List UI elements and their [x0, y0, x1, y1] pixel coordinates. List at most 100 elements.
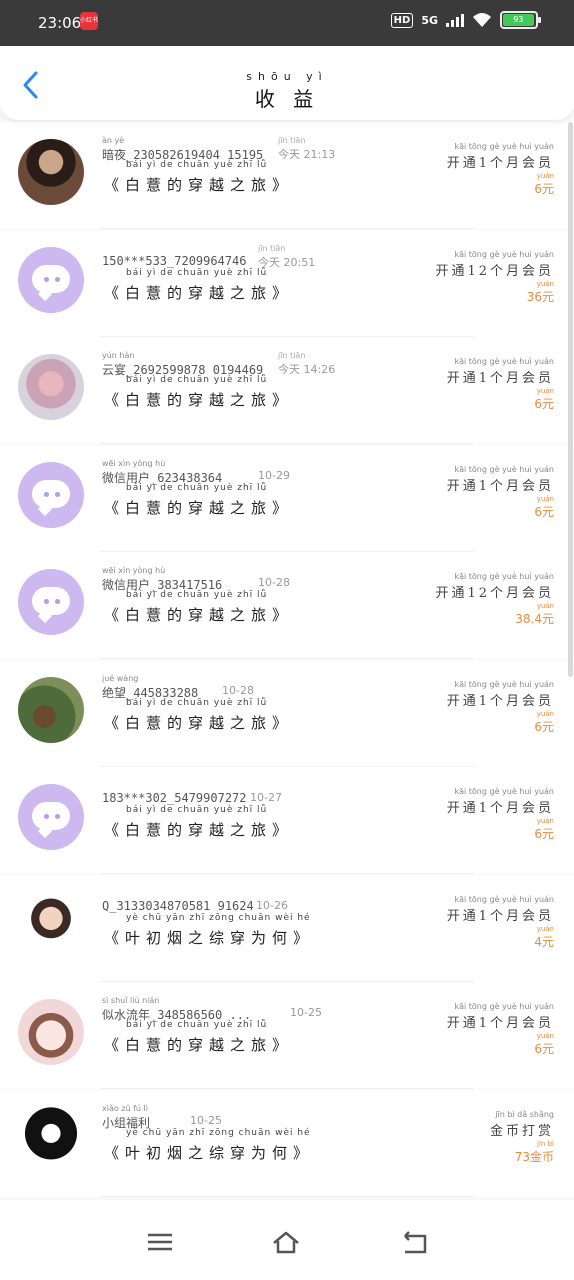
status-time: 23:06	[38, 14, 82, 32]
user-name-pinyin: wēi xìn yòng hù	[102, 566, 166, 575]
book-title: bái yì de chuān yuè zhī lǚ 《白薏的穿越之旅》	[104, 805, 294, 839]
purchase-type-pinyin: kāi tōng gè yuè huì yuán	[454, 787, 554, 796]
purchase-type-pinyin: kāi tōng gè yuè huì yuán	[454, 1002, 554, 1011]
user-name: 183***302_5479907272	[102, 791, 247, 805]
battery-icon: 93	[500, 11, 541, 29]
user-name: 150***533_7209964746	[102, 253, 247, 268]
book-title-pinyin: bái yì de chuān yuè zhī lǚ	[126, 590, 268, 600]
earning-amount: yuán 6元	[534, 1032, 554, 1056]
system-nav-bar	[0, 1200, 574, 1280]
home-icon[interactable]	[271, 1228, 301, 1256]
book-title-pinyin: bái yì de chuān yuè zhī lǚ	[126, 697, 268, 708]
battery-level: 93	[503, 14, 534, 26]
earning-amount-pinyin: yuán	[536, 494, 554, 503]
purchase-type: kāi tōng gè yuè huì yuán 开通1个月会员	[446, 464, 554, 494]
avatar[interactable]	[18, 676, 84, 743]
timestamp-pinyin: jīn tiān	[258, 243, 286, 253]
avatar[interactable]	[18, 1106, 84, 1173]
list-item[interactable]: wēi xìn yòng hù 微信用户_623438364 10-29 bái…	[0, 444, 574, 552]
purchase-type-pinyin: kāi tōng gè yuè huì yuán	[454, 249, 554, 259]
timestamp: 10-29	[258, 468, 290, 482]
book-title: bái yì de chuān yuè zhī lǚ 《白薏的穿越之旅》	[104, 590, 294, 624]
purchase-type-pinyin: kāi tōng gè yuè huì yuán	[454, 142, 554, 151]
list-item[interactable]: 150***533_7209964746 jīn tiān 今天 20:51 b…	[0, 229, 574, 337]
book-title-pinyin: bái yì de chuān yuè zhī lǚ	[126, 805, 268, 815]
timestamp: 10-25	[190, 1113, 222, 1127]
purchase-type: jīn bì dǎ shǎng 金币打赏	[489, 1109, 554, 1139]
avatar[interactable]	[18, 999, 84, 1065]
book-title: yè chū yān zhī zōng chuān wèi hé 《叶初烟之综穿…	[104, 912, 315, 947]
earning-amount: yuán 6元	[534, 709, 554, 734]
timestamp: 10-28	[258, 576, 290, 589]
avatar[interactable]	[18, 139, 84, 205]
book-title: bái yì de chuān yuè zhī lǚ 《白薏的穿越之旅》	[104, 482, 294, 517]
book-title-pinyin: yè chū yān zhī zōng chuān wèi hé	[126, 1127, 311, 1138]
earning-amount: yuán 6元	[534, 387, 554, 411]
menu-icon[interactable]	[145, 1228, 175, 1256]
purchase-type: kāi tōng gè yuè huì yuán 开通1个月会员	[446, 787, 554, 816]
avatar[interactable]	[18, 891, 84, 958]
earning-amount-pinyin: yuán	[536, 387, 554, 395]
list-item[interactable]: xiǎo zǔ fú lì 小组福利 10-25 yè chū yān zhī …	[0, 1089, 574, 1197]
scrollbar[interactable]	[568, 122, 573, 677]
book-title: bái yì de chuān yuè zhī lǚ 《白薏的穿越之旅》	[104, 1020, 294, 1054]
purchase-type: kāi tōng gè yuè huì yuán 开通12个月会员	[435, 572, 554, 601]
row-divider	[100, 1195, 474, 1197]
list-item[interactable]: àn yè 暗夜_230582619404 15195 jīn tiān 今天 …	[0, 122, 574, 229]
list-item[interactable]: jué wàng 绝望_445833288 10-28 bái yì de ch…	[0, 659, 574, 767]
avatar[interactable]	[18, 354, 84, 420]
wechat-avatar-icon[interactable]	[18, 246, 84, 313]
timestamp: 10-28	[222, 683, 254, 697]
user-name: Q_3133034870581 91624	[102, 898, 254, 913]
earning-amount: yuán 6元	[534, 494, 554, 519]
app-notification-icon: 小红书	[80, 12, 98, 30]
purchase-type-pinyin: kāi tōng gè yuè huì yuán	[454, 572, 554, 581]
book-title-pinyin: bái yì de chuān yuè zhī lǚ	[126, 482, 268, 493]
status-indicators: HD 5G 93	[390, 11, 541, 29]
purchase-type: kāi tōng gè yuè huì yuán 开通1个月会员	[446, 1002, 554, 1031]
list-item[interactable]: sì shuǐ liú nián 似水流年_348586560 ... 10-2…	[0, 982, 574, 1089]
user-name-pinyin: yún hàn	[102, 351, 135, 360]
book-title: yè chū yān zhī zōng chuān wèi hé 《叶初烟之综穿…	[104, 1127, 315, 1162]
page-title-pinyin: shōu yì	[246, 70, 328, 83]
earning-amount: yuán 4元	[534, 924, 554, 949]
purchase-type: kāi tōng gè yuè huì yuán 开通1个月会员	[446, 894, 554, 924]
back-icon[interactable]	[399, 1228, 429, 1256]
book-title-pinyin: bái yì de chuān yuè zhī lǚ	[126, 1020, 268, 1030]
earning-amount: yuán 6元	[534, 817, 554, 841]
earning-amount: yuán 36元	[526, 279, 554, 304]
book-title-pinyin: bái yì de chuān yuè zhī lǚ	[126, 375, 268, 385]
list-item[interactable]: wēi xìn yòng hù 微信用户_383417516 10-28 bái…	[0, 552, 574, 659]
user-name-pinyin: wēi xìn yòng hù	[102, 458, 166, 468]
wechat-avatar-icon[interactable]	[18, 461, 84, 528]
list-item[interactable]: Q_3133034870581 91624 10-26 yè chū yān z…	[0, 874, 574, 982]
purchase-type-pinyin: kāi tōng gè yuè huì yuán	[454, 357, 554, 366]
timestamp: jīn tiān 今天 21:13	[278, 136, 336, 161]
purchase-type-pinyin: kāi tōng gè yuè huì yuán	[454, 894, 554, 904]
hd-icon: HD	[390, 12, 414, 28]
wechat-avatar-icon[interactable]	[18, 784, 84, 850]
earning-amount: yuán 38.4元	[515, 602, 554, 626]
timestamp: 10-26	[256, 898, 288, 912]
purchase-type: kāi tōng gè yuè huì yuán 开通12个月会员	[435, 249, 554, 279]
purchase-type-pinyin: jīn bì dǎ shǎng	[495, 1109, 554, 1119]
list-item[interactable]: yún hàn 云宴_2692599878 0194469 jīn tiān 今…	[0, 337, 574, 444]
earning-amount-pinyin: yuán	[536, 817, 554, 825]
book-title-pinyin: yè chū yān zhī zōng chuān wèi hé	[126, 912, 311, 923]
timestamp-pinyin: jīn tiān	[278, 351, 306, 360]
user-name-pinyin: xiǎo zǔ fú lì	[102, 1103, 148, 1113]
wechat-avatar-icon[interactable]	[18, 569, 84, 635]
timestamp-pinyin: jīn tiān	[278, 136, 306, 145]
page-title-text: 收 益	[254, 87, 320, 111]
purchase-type: kāi tōng gè yuè huì yuán 开通1个月会员	[446, 142, 554, 171]
earning-amount-pinyin: yuán	[536, 709, 554, 718]
signal-icon	[446, 13, 464, 27]
book-title: bái yì de chuān yuè zhī lǚ 《白薏的穿越之旅》	[104, 267, 294, 302]
list-item[interactable]: 183***302_5479907272 10-27 bái yì de chu…	[0, 767, 574, 874]
status-bar: 23:06 小红书 HD 5G 93	[0, 0, 574, 46]
book-title-pinyin: bái yì de chuān yuè zhī lǚ	[126, 267, 268, 278]
earning-amount-pinyin: yuán	[536, 924, 554, 933]
earning-amount-pinyin: yuán	[536, 279, 554, 288]
book-title: bái yì de chuān yuè zhī lǚ 《白薏的穿越之旅》	[104, 375, 294, 409]
purchase-type-pinyin: kāi tōng gè yuè huì yuán	[454, 464, 554, 474]
